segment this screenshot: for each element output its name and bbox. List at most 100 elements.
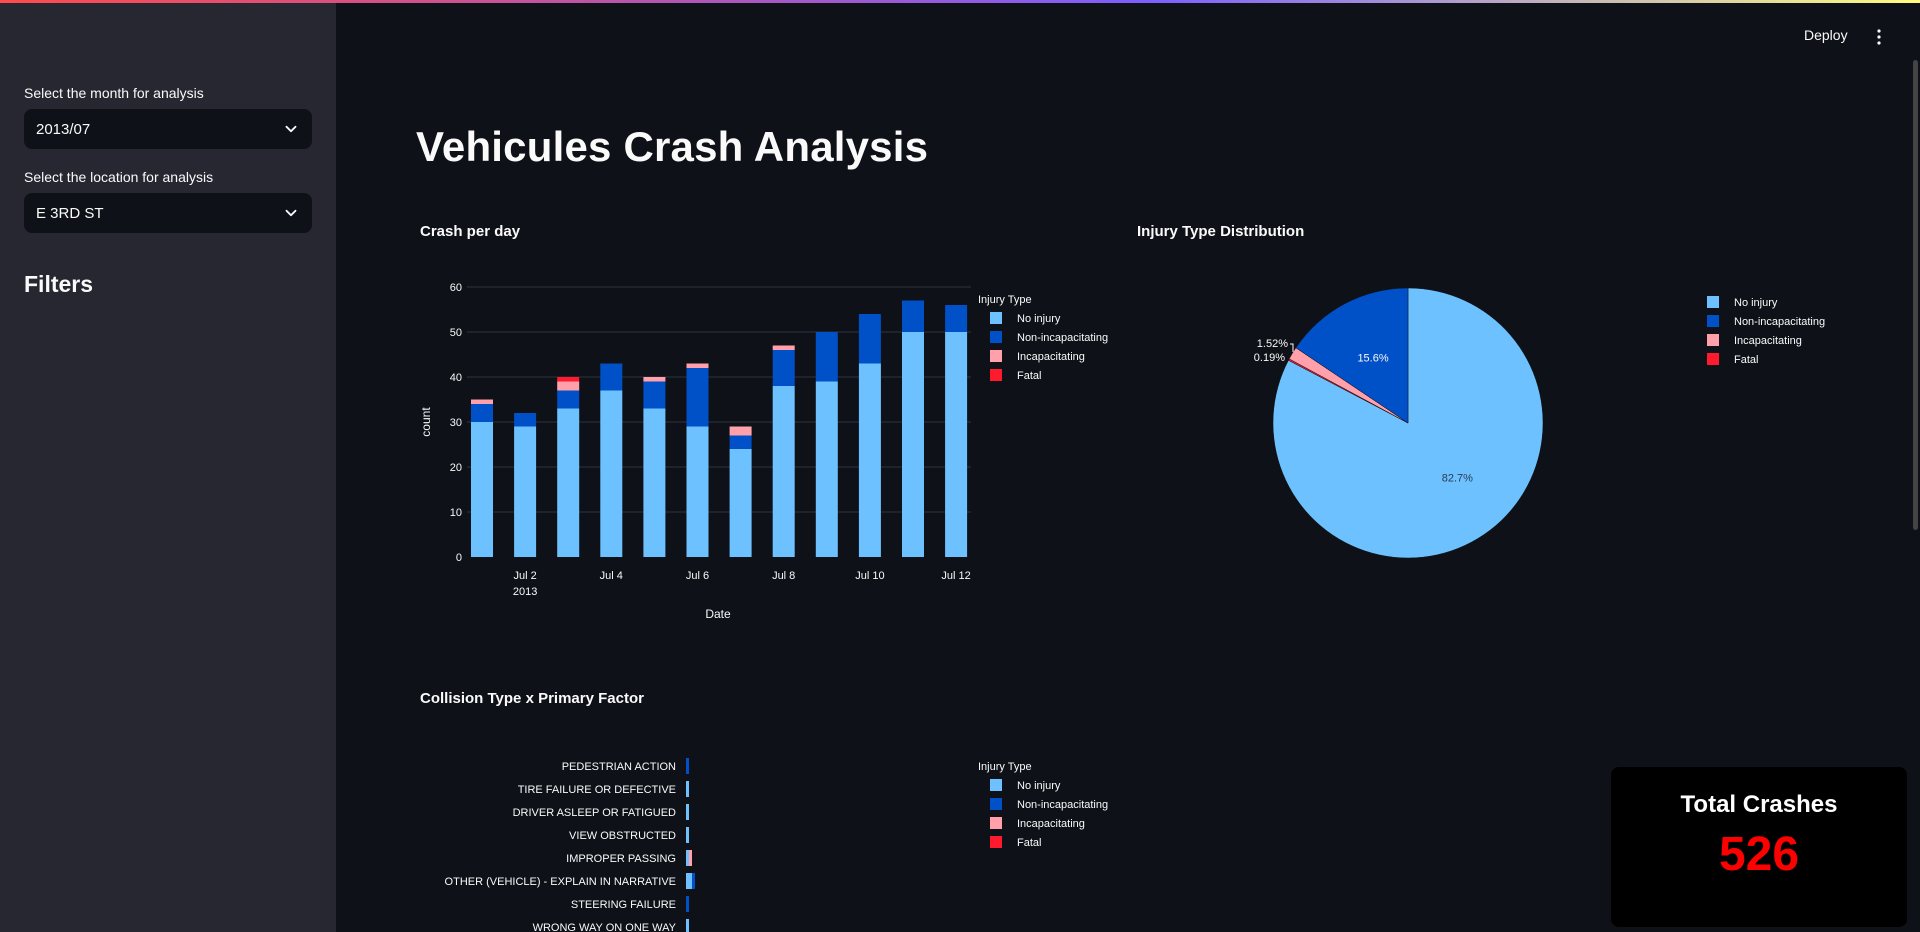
bar-segment (643, 377, 666, 382)
legend-title: Injury Type (978, 294, 1032, 306)
bar-segment (514, 426, 537, 557)
bar-segment (686, 426, 709, 557)
legend-swatch (1707, 315, 1719, 327)
hbar-segment (689, 850, 692, 866)
legend-item: Non-incapacitating (1017, 799, 1108, 811)
total-crashes-card: Total Crashes 526 (1611, 767, 1907, 927)
bar-segment (557, 381, 580, 391)
pie-value-label: 1.52% (1257, 338, 1288, 350)
bar-segment (600, 390, 623, 557)
x-tick-label: Jul 2 (513, 570, 536, 582)
x-tick-label: Jul 6 (686, 570, 709, 582)
y-category-label: TIRE FAILURE OR DEFECTIVE (518, 784, 676, 796)
legend-swatch (990, 798, 1002, 810)
y-category-label: IMPROPER PASSING (566, 853, 676, 865)
legend-item: No injury (1017, 780, 1061, 792)
bar-segment (557, 408, 580, 557)
bar-segment (902, 332, 924, 557)
legend-item: Fatal (1017, 370, 1041, 382)
hbar-segment (686, 850, 689, 866)
pie-value-label: 0.19% (1254, 352, 1285, 364)
x-tick-label: Jul 4 (600, 570, 623, 582)
scrollbar[interactable] (1913, 60, 1918, 530)
y-category-label: PEDESTRIAN ACTION (562, 761, 676, 773)
bar-segment (815, 332, 838, 382)
legend-item: Fatal (1734, 354, 1758, 366)
hbar-segment (686, 804, 689, 820)
y-category-label: VIEW OBSTRUCTED (569, 830, 676, 842)
legend-swatch (990, 350, 1002, 362)
bar-segment (729, 426, 752, 436)
x-tick-label: Jul 12 (941, 570, 970, 582)
x-tick-label: Jul 8 (772, 570, 795, 582)
bar-segment (858, 363, 881, 557)
hbar-segment (686, 827, 689, 843)
bar-segment (557, 390, 580, 409)
hbar-segment (686, 781, 689, 797)
legend-swatch (1707, 334, 1719, 346)
legend-swatch (990, 836, 1002, 848)
x-tick-sublabel: 2013 (513, 586, 537, 598)
legend-swatch (990, 369, 1002, 381)
hbar-segment (686, 873, 692, 889)
y-tick-label: 10 (450, 507, 462, 519)
x-axis-label: Date (705, 607, 731, 621)
collision-factor-chart: PEDESTRIAN ACTION TIRE FAILURE OR DEFECTI… (445, 758, 1108, 932)
legend-swatch (990, 779, 1002, 791)
legend-item: No injury (1017, 313, 1061, 325)
pie-value-label: 82.7% (1442, 473, 1473, 485)
y-tick-label: 50 (450, 327, 462, 339)
bar-segment (902, 300, 924, 332)
bar-segment (858, 314, 881, 364)
bar-segment (600, 363, 623, 391)
total-crashes-label: Total Crashes (1680, 791, 1838, 818)
y-tick-label: 0 (456, 552, 462, 564)
injury-distribution-chart: 82.7% 15.6% 1.52% 0.19% No injury Non-incapac… (1254, 287, 1825, 559)
legend-swatch (990, 817, 1002, 829)
bar-segment (772, 386, 795, 557)
legend-item: Incapacitating (1734, 335, 1802, 347)
hbar-segment (692, 873, 695, 889)
y-tick-label: 20 (450, 462, 462, 474)
legend-swatch (1707, 353, 1719, 365)
legend-swatch (1707, 296, 1719, 308)
hbar-segment (686, 919, 689, 932)
pie-leader-line (1290, 343, 1294, 352)
y-axis-label: count (419, 407, 433, 437)
bar-segment (643, 408, 666, 557)
legend-item: Incapacitating (1017, 351, 1085, 363)
bar-segment (471, 399, 493, 404)
legend-item: Fatal (1017, 837, 1041, 849)
y-category-label: DRIVER ASLEEP OR FATIGUED (513, 807, 676, 819)
y-category-label: OTHER (VEHICLE) - EXPLAIN IN NARRATIVE (445, 876, 676, 888)
y-tick-label: 30 (450, 417, 462, 429)
bar-segment (557, 377, 580, 382)
bar-segment (772, 350, 795, 386)
legend-title: Injury Type (978, 761, 1032, 773)
bar-segment (729, 435, 752, 449)
hbar-segment (686, 896, 689, 912)
legend-swatch (990, 312, 1002, 324)
bar-segment (729, 449, 752, 557)
y-tick-label: 60 (450, 282, 462, 294)
bar-segment (514, 413, 537, 427)
y-category-label: WRONG WAY ON ONE WAY (533, 922, 677, 932)
y-tick-label: 40 (450, 372, 462, 384)
bar-segment (643, 381, 666, 409)
bar-segment (686, 368, 709, 427)
hbar-segment (686, 758, 689, 774)
legend-item: No injury (1734, 297, 1778, 309)
bar-segment (772, 345, 795, 350)
bar-segment (945, 332, 968, 557)
crash-per-day-chart: 0 10 20 30 40 50 60 Jul 2 2013 Jul 4 Jul 6 Jul 8 Jul… (419, 282, 1108, 621)
legend-swatch (990, 331, 1002, 343)
legend-item: Non-incapacitating (1017, 332, 1108, 344)
bar-segment (815, 381, 838, 557)
pie-value-label: 15.6% (1357, 352, 1388, 364)
bar-segment (945, 305, 968, 332)
y-category-label: STEERING FAILURE (571, 899, 676, 911)
bar-segment (471, 404, 493, 422)
bar-segment (686, 363, 709, 368)
total-crashes-value: 526 (1718, 828, 1800, 881)
legend-item: Non-incapacitating (1734, 316, 1825, 328)
